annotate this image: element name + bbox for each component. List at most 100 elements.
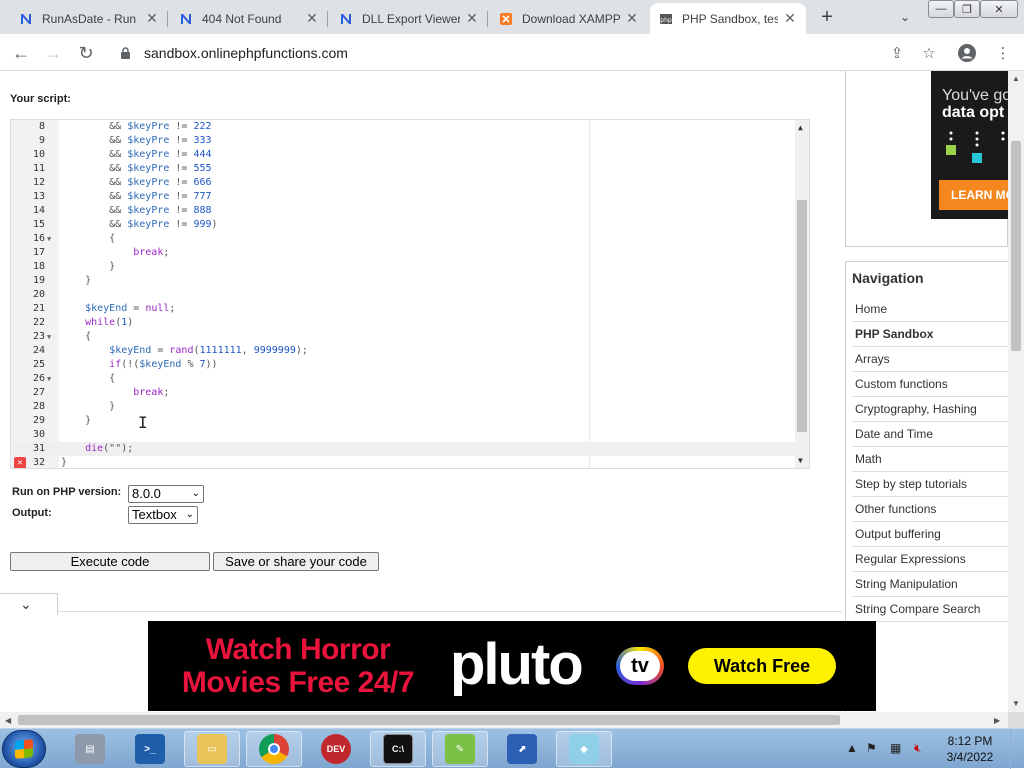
window-close-button[interactable]: ✕ — [980, 0, 1018, 18]
start-button[interactable] — [2, 730, 46, 768]
volume-muted-icon[interactable]: 🔇︎ — [914, 741, 922, 756]
code-line[interactable]: 11 && $keyPre != 555 — [11, 162, 797, 176]
code-line[interactable]: 17 break; — [11, 246, 797, 260]
scroll-up-icon[interactable]: ▲ — [1012, 75, 1020, 83]
tab-search-icon[interactable]: ⌄ — [896, 8, 914, 26]
close-icon[interactable]: ✕ — [304, 10, 320, 27]
collapse-toggle[interactable]: ⌄ — [0, 593, 58, 615]
nav-item[interactable]: String Manipulation — [852, 572, 1008, 597]
code-line[interactable]: 28 } — [11, 400, 797, 414]
new-tab-button[interactable]: + — [815, 6, 839, 28]
code-lines[interactable]: 8 && $keyPre != 222 9 && $keyPre != 333 10… — [11, 120, 797, 468]
code-line[interactable]: 31 die(""); — [11, 442, 797, 456]
watch-free-button[interactable]: Watch Free — [688, 648, 836, 684]
code-editor[interactable]: 8 && $keyPre != 222 9 && $keyPre != 333 10… — [10, 119, 810, 469]
profile-avatar-icon[interactable] — [958, 44, 976, 62]
code-line[interactable]: 24 $keyEnd = rand(1111111, 9999999); — [11, 344, 797, 358]
page-vertical-scrollbar[interactable]: ▲ ▼ — [1008, 71, 1024, 712]
fold-toggle-icon[interactable]: ▼ — [47, 232, 51, 246]
banner-ad[interactable]: Watch Horror Movies Free 24/7 pluto tv W… — [148, 621, 876, 711]
tab-dll-export[interactable]: DLL Export Viewer ✕ — [330, 3, 488, 34]
code-line[interactable]: 29 } — [11, 414, 797, 428]
address-bar[interactable]: sandbox.onlinephpfunctions.com — [108, 39, 948, 67]
fold-toggle-icon[interactable]: ▼ — [47, 372, 51, 386]
scroll-up-icon[interactable]: ▲ — [798, 123, 803, 132]
close-icon[interactable]: ✕ — [144, 10, 160, 27]
nav-item[interactable]: Custom functions — [852, 372, 1008, 397]
close-icon[interactable]: ✕ — [624, 10, 640, 27]
network-icon[interactable]: ▦ — [890, 741, 901, 755]
tab-404[interactable]: 404 Not Found ✕ — [170, 3, 328, 34]
code-line[interactable]: 21 $keyEnd = null; — [11, 302, 797, 316]
close-icon[interactable]: ✕ — [464, 10, 480, 27]
save-share-button[interactable]: Save or share your code — [213, 552, 379, 571]
minimize-button[interactable]: — — [928, 0, 954, 18]
nav-item[interactable]: Math — [852, 447, 1008, 472]
taskbar-app[interactable]: ◆ — [556, 731, 612, 767]
show-hidden-icons-icon[interactable]: ▲ — [846, 741, 858, 755]
taskbar-devcpp[interactable]: DEV — [308, 731, 364, 767]
editor-scroll-thumb[interactable] — [797, 200, 807, 432]
code-line[interactable]: 10 && $keyPre != 444 — [11, 148, 797, 162]
lock-icon[interactable] — [118, 46, 132, 60]
code-line[interactable]: 27 break; — [11, 386, 797, 400]
taskbar-notepadpp[interactable]: ✎ — [432, 731, 488, 767]
back-icon[interactable]: ← — [8, 40, 34, 66]
code-line[interactable]: 19 } — [11, 274, 797, 288]
reload-icon[interactable]: ↻ — [73, 40, 99, 66]
taskbar-server-manager[interactable]: ▤ — [62, 731, 118, 767]
tab-runasdate[interactable]: RunAsDate - Run ✕ — [10, 3, 168, 34]
nav-item[interactable]: Output buffering — [852, 522, 1008, 547]
nav-item[interactable]: Regular Expressions — [852, 547, 1008, 572]
menu-kebab-icon[interactable]: ⋮ — [994, 44, 1012, 62]
tab-php-sandbox[interactable]: php PHP Sandbox, test ✕ — [650, 3, 806, 34]
taskbar-cmd[interactable]: C:\ — [370, 731, 426, 767]
page-hscroll-thumb[interactable] — [18, 715, 840, 725]
code-line[interactable]: 8 && $keyPre != 222 — [11, 120, 797, 134]
page-horizontal-scrollbar[interactable]: ◀ ▶ — [0, 712, 1008, 728]
code-line[interactable]: 16 ▼ { — [11, 232, 797, 246]
close-icon[interactable]: ✕ — [782, 10, 798, 27]
code-line[interactable]: 18 } — [11, 260, 797, 274]
ad-creative[interactable]: You've go data opt LEARN MO — [931, 71, 1008, 219]
execute-code-button[interactable]: Execute code — [10, 552, 210, 571]
code-line[interactable]: 30 — [11, 428, 797, 442]
sidebar-ad[interactable]: You've go data opt LEARN MO — [845, 71, 1008, 247]
code-line[interactable]: 25 if(!($keyEnd % 7)) — [11, 358, 797, 372]
tab-xampp[interactable]: Download XAMPP ✕ — [490, 3, 648, 34]
editor-scrollbar[interactable]: ▲ ▼ — [795, 120, 809, 468]
taskbar-tool[interactable]: ⬈ — [494, 731, 550, 767]
maximize-button[interactable]: ❐ — [954, 0, 980, 18]
php-version-select[interactable]: 8.0.0 ⌄ — [128, 485, 204, 503]
scroll-down-icon[interactable]: ▼ — [1012, 700, 1020, 708]
error-marker-icon[interactable]: ✕ — [14, 457, 26, 468]
nav-item[interactable]: Step by step tutorials — [852, 472, 1008, 497]
show-desktop-button[interactable] — [1010, 729, 1024, 769]
code-line[interactable]: 9 && $keyPre != 333 — [11, 134, 797, 148]
ad-learn-more-button[interactable]: LEARN MO — [939, 180, 1008, 210]
code-line[interactable]: 12 && $keyPre != 666 — [11, 176, 797, 190]
bookmark-star-icon[interactable]: ☆ — [920, 44, 938, 62]
fold-toggle-icon[interactable]: ▼ — [47, 330, 51, 344]
forward-icon[interactable]: → — [40, 40, 66, 66]
output-type-select[interactable]: Textbox ⌄ — [128, 506, 198, 524]
nav-item[interactable]: PHP Sandbox — [852, 322, 1008, 347]
code-line[interactable]: 13 && $keyPre != 777 — [11, 190, 797, 204]
page-scroll-thumb[interactable] — [1011, 141, 1021, 351]
taskbar-chrome[interactable] — [246, 731, 302, 767]
system-clock[interactable]: 8:12 PM 3/4/2022 — [940, 733, 1000, 765]
code-line[interactable]: 20 — [11, 288, 797, 302]
code-line[interactable]: 14 && $keyPre != 888 — [11, 204, 797, 218]
nav-item[interactable]: String Compare Search — [852, 597, 1008, 622]
taskbar-powershell[interactable]: >_ — [122, 731, 178, 767]
code-line[interactable]: 23 ▼ { — [11, 330, 797, 344]
nav-item[interactable]: Date and Time — [852, 422, 1008, 447]
taskbar-explorer[interactable]: ▭ — [184, 731, 240, 767]
share-icon[interactable]: ⇪ — [888, 44, 906, 62]
nav-item[interactable]: Home — [852, 297, 1008, 322]
scroll-right-icon[interactable]: ▶ — [994, 716, 1000, 725]
nav-item[interactable]: Other functions — [852, 497, 1008, 522]
nav-item[interactable]: Arrays — [852, 347, 1008, 372]
scroll-left-icon[interactable]: ◀ — [5, 716, 11, 725]
scroll-down-icon[interactable]: ▼ — [798, 456, 803, 465]
